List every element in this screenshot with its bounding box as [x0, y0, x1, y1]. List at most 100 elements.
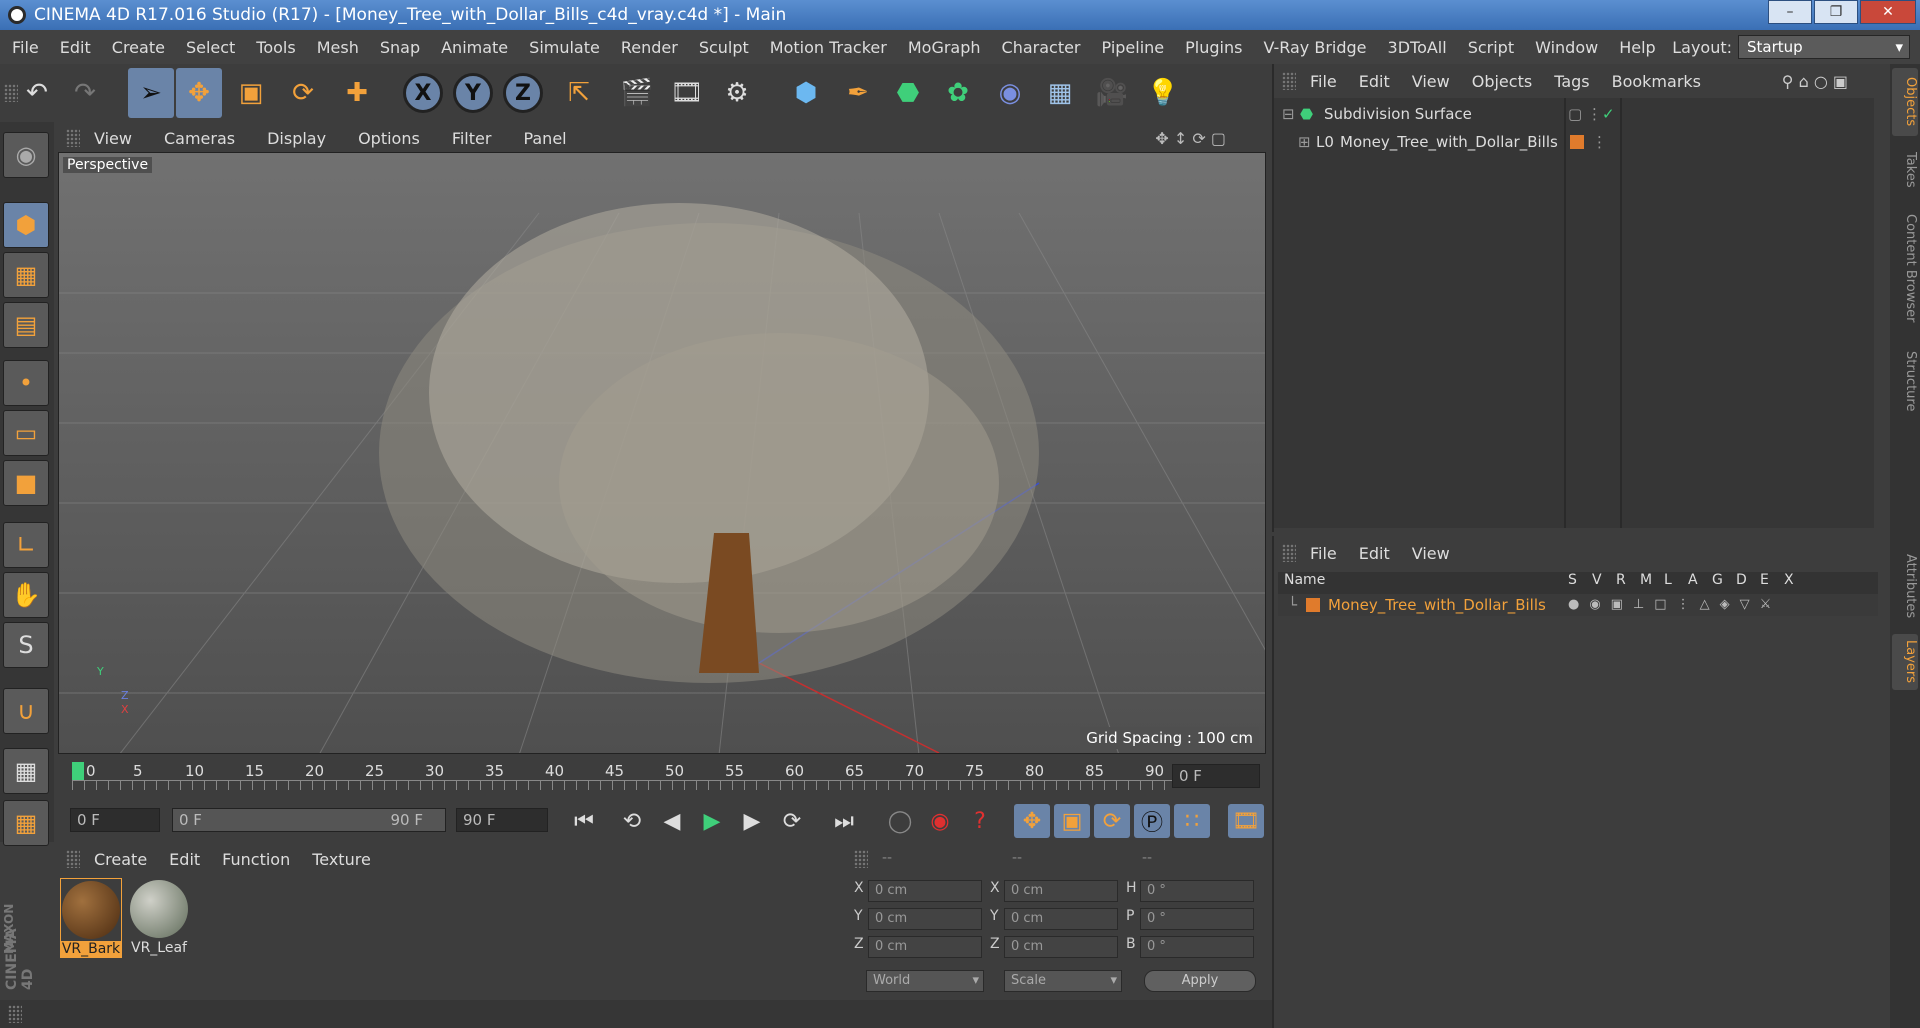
deformer-icon[interactable]: ◉	[987, 68, 1033, 118]
light-icon[interactable]: 💡	[1140, 68, 1186, 118]
menu-help[interactable]: Help	[1619, 38, 1655, 57]
previous-frame-icon[interactable]: ◀	[654, 804, 690, 838]
menu-plugins[interactable]: Plugins	[1185, 38, 1242, 57]
menu-vray-bridge[interactable]: V-Ray Bridge	[1263, 38, 1366, 57]
perspective-viewport[interactable]: Perspective Y Z X Grid Spacing : 100 cm	[58, 152, 1266, 754]
layer-menu-view[interactable]: View	[1412, 544, 1450, 563]
viewport-menu-cameras[interactable]: Cameras	[164, 129, 235, 148]
polygons-mode-icon[interactable]: ■	[3, 460, 49, 506]
x-axis-button[interactable]: X	[403, 73, 443, 113]
subdivision-icon[interactable]: ⬣	[885, 68, 931, 118]
side-tab-content-browser[interactable]: Content Browser	[1892, 204, 1918, 332]
rotation-p-field[interactable]: 0 °	[1140, 908, 1254, 930]
material-vr-bark[interactable]: VR_Bark	[60, 878, 122, 958]
scale-icon[interactable]: ▣	[228, 68, 274, 118]
z-axis-button[interactable]: Z	[503, 73, 543, 113]
material-menu-function[interactable]: Function	[222, 850, 290, 869]
side-tab-structure[interactable]: Structure	[1892, 344, 1918, 418]
snap-magnet-icon[interactable]: ∪	[3, 688, 49, 734]
menu-file[interactable]: File	[12, 38, 39, 57]
viewport-menu-panel[interactable]: Panel	[523, 129, 566, 148]
side-tab-attributes[interactable]: Attributes	[1892, 544, 1918, 628]
minimize-button[interactable]: –	[1768, 0, 1812, 24]
menu-mesh[interactable]: Mesh	[317, 38, 359, 57]
viewport-nav-icons[interactable]: ✥ ↕ ⟳ ▢	[1155, 129, 1226, 148]
redo-icon[interactable]: ↷	[62, 68, 108, 118]
cube-icon[interactable]: ⬢	[783, 68, 829, 118]
menu-simulate[interactable]: Simulate	[529, 38, 600, 57]
layer-toggle-icons[interactable]: ●◉▣⊥□⋮△◈▽⚔	[1568, 594, 1781, 616]
camera-icon[interactable]: 🎥	[1089, 68, 1135, 118]
apply-button[interactable]: Apply	[1144, 970, 1256, 992]
object-row-subdivision[interactable]: ⊟ ⬣ Subdivision Surface ▢ ⋮✓	[1274, 100, 1874, 128]
key-rotation-icon[interactable]: ⟳	[1094, 804, 1130, 838]
tweak-mode-icon[interactable]: ✋	[3, 572, 49, 618]
side-tab-layers[interactable]: Layers	[1892, 634, 1918, 690]
menu-pipeline[interactable]: Pipeline	[1102, 38, 1165, 57]
motion-record-icon[interactable]: ◯	[882, 804, 918, 838]
workplane-lock-icon[interactable]: ▦	[3, 748, 49, 794]
maximize-button[interactable]: ❐	[1814, 0, 1858, 24]
menu-create[interactable]: Create	[112, 38, 165, 57]
key-parameter-icon[interactable]: Ⓟ	[1134, 804, 1170, 838]
layer-menu-file[interactable]: File	[1310, 544, 1337, 563]
obj-menu-edit[interactable]: Edit	[1359, 72, 1390, 91]
record-keys-icon[interactable]: ◉	[922, 804, 958, 838]
menu-animate[interactable]: Animate	[441, 38, 508, 57]
rotation-h-field[interactable]: 0 °	[1140, 880, 1254, 902]
texture-mode-icon[interactable]: ▦	[3, 252, 49, 298]
key-position-icon[interactable]: ✥	[1014, 804, 1050, 838]
go-to-end-icon[interactable]: ⏭	[826, 804, 862, 838]
menu-motion-tracker[interactable]: Motion Tracker	[770, 38, 887, 57]
size-z-field[interactable]: 0 cm	[1004, 936, 1118, 958]
position-x-field[interactable]: 0 cm	[868, 880, 982, 902]
coordinate-system-icon[interactable]: ⇱	[556, 68, 602, 118]
material-menu-edit[interactable]: Edit	[169, 850, 200, 869]
position-y-field[interactable]: 0 cm	[868, 908, 982, 930]
collapse-icon[interactable]: ⊟	[1282, 100, 1295, 128]
live-selection-icon[interactable]: ➢	[128, 68, 174, 118]
transform-icon[interactable]: ✚	[334, 68, 380, 118]
menu-edit[interactable]: Edit	[60, 38, 91, 57]
points-mode-icon[interactable]: •	[3, 360, 49, 406]
layout-dropdown[interactable]: Startup ▾	[1738, 35, 1910, 59]
current-frame-field[interactable]: 0 F	[1172, 764, 1260, 788]
make-editable-icon[interactable]: ◉	[3, 132, 49, 178]
menu-character[interactable]: Character	[1002, 38, 1081, 57]
range-slider[interactable]: 0 F 90 F	[172, 808, 446, 832]
object-flags[interactable]: ▢ ⋮✓	[1568, 100, 1615, 128]
object-manager-toolbar-icons[interactable]: ⚲ ⌂ ○ ▣	[1782, 72, 1848, 91]
render-picture-viewer-icon[interactable]: 🎞	[664, 68, 710, 118]
timeline-icon[interactable]: 🎞	[1228, 804, 1264, 838]
play-icon[interactable]: ▶	[694, 804, 730, 838]
move-icon[interactable]: ✥	[176, 68, 222, 118]
scale-mode-dropdown[interactable]: Scale ▾	[1004, 970, 1122, 992]
render-settings-icon[interactable]: ⚙	[714, 68, 760, 118]
previous-key-icon[interactable]: ⟲	[614, 804, 650, 838]
obj-menu-view[interactable]: View	[1412, 72, 1450, 91]
menu-snap[interactable]: Snap	[380, 38, 420, 57]
key-pla-icon[interactable]: ∷	[1174, 804, 1210, 838]
coordinate-mode-dropdown[interactable]: World ▾	[866, 970, 984, 992]
layer-menu-edit[interactable]: Edit	[1359, 544, 1390, 563]
obj-menu-bookmarks[interactable]: Bookmarks	[1612, 72, 1701, 91]
key-scale-icon[interactable]: ▣	[1054, 804, 1090, 838]
timeline-ruler[interactable]: 0 5 10 15 20 25 30 35 40 45 50 55 60 65 …	[58, 756, 1266, 796]
visibility-dots[interactable]: ⋮	[1592, 128, 1607, 156]
viewport-menu-options[interactable]: Options	[358, 129, 420, 148]
obj-menu-tags[interactable]: Tags	[1554, 72, 1589, 91]
go-to-start-icon[interactable]: ⏮	[566, 804, 602, 838]
material-menu-create[interactable]: Create	[94, 850, 147, 869]
layer-row[interactable]: └ Money_Tree_with_Dollar_Bills ●◉▣⊥□⋮△◈▽…	[1278, 594, 1878, 616]
y-axis-button[interactable]: Y	[453, 73, 493, 113]
next-key-icon[interactable]: ⟳	[774, 804, 810, 838]
start-frame-field[interactable]: 0 F	[70, 808, 160, 832]
menu-window[interactable]: Window	[1535, 38, 1598, 57]
menu-script[interactable]: Script	[1468, 38, 1514, 57]
obj-menu-objects[interactable]: Objects	[1472, 72, 1532, 91]
material-menu-texture[interactable]: Texture	[312, 850, 371, 869]
close-button[interactable]: ✕	[1860, 0, 1916, 24]
viewport-menu-display[interactable]: Display	[267, 129, 326, 148]
menu-tools[interactable]: Tools	[256, 38, 295, 57]
layer-color-swatch[interactable]	[1306, 598, 1320, 612]
